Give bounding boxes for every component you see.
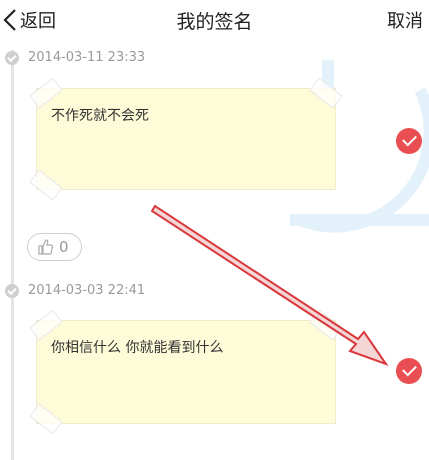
signature-text: 不作死就不会死 [51,108,149,124]
signature-note[interactable]: 你相信什么 你就能看到什么 [29,309,343,435]
check-circle-icon[interactable] [396,358,422,384]
tape-decoration [29,169,63,201]
signature-screen: 返回 我的签名 取消 2014-03-11 23:33 不作死就不会死 0 20… [0,0,429,460]
timeline-dot-icon [5,284,19,298]
entry-date: 2014-03-03 22:41 [28,283,146,298]
like-button[interactable]: 0 [27,233,82,261]
cancel-button[interactable]: 取消 [387,7,423,33]
entry-date: 2014-03-11 23:33 [28,50,146,65]
like-count: 0 [59,238,69,256]
signature-note[interactable]: 不作死就不会死 [29,77,343,201]
timeline-line [11,50,14,460]
tape-decoration [29,309,63,341]
signature-text: 你相信什么 你就能看到什么 [51,340,224,356]
thumbs-up-icon [38,239,54,255]
timeline-dot-icon [5,51,19,65]
check-circle-icon[interactable] [396,128,422,154]
tape-decoration [309,309,343,341]
tape-decoration [29,77,63,109]
page-title: 我的签名 [176,11,253,33]
tape-decoration [29,403,63,435]
nav-bar: 返回 我的签名 取消 [0,0,429,40]
